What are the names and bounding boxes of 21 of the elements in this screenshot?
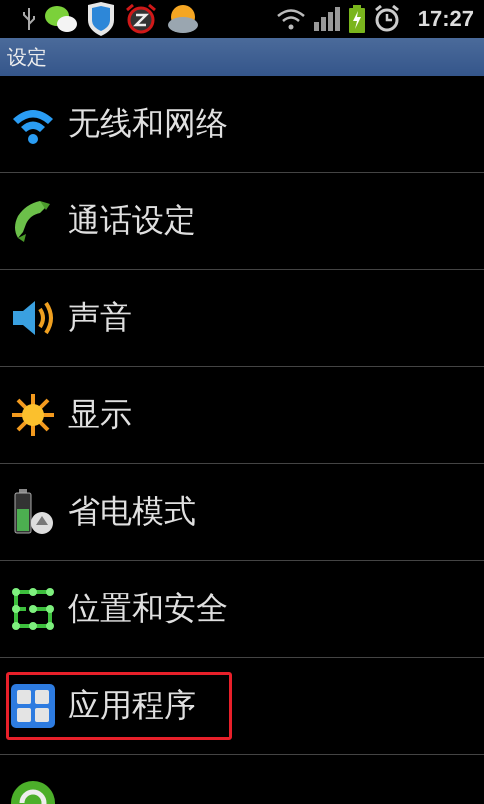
settings-item[interactable]: 通话设定 xyxy=(6,187,232,255)
app-grid-icon xyxy=(10,683,56,729)
settings-item[interactable]: 声音 xyxy=(6,284,232,352)
usb-icon xyxy=(22,6,36,32)
alarm-clock-icon xyxy=(374,5,400,33)
settings-item[interactable]: 显示 xyxy=(6,381,232,449)
grid-dots-icon xyxy=(10,586,56,632)
wifi-signal-icon xyxy=(276,7,306,31)
weather-icon xyxy=(166,3,200,35)
screen-title: 设定 xyxy=(7,44,47,70)
battery-charging-icon xyxy=(348,5,366,33)
settings-item[interactable]: 省电模式 xyxy=(6,478,232,546)
shield-icon xyxy=(86,2,116,36)
alarm-icon xyxy=(124,3,158,35)
settings-item[interactable]: 无线和网络 xyxy=(6,90,232,158)
clock-time: 17:27 xyxy=(418,6,474,32)
signal-bars-icon xyxy=(314,7,340,31)
settings-item[interactable]: 应用程序 xyxy=(6,672,232,740)
settings-item[interactable]: 位置和安全 xyxy=(6,575,232,643)
chat-bubbles-icon xyxy=(44,4,78,34)
sun-icon xyxy=(10,392,56,438)
